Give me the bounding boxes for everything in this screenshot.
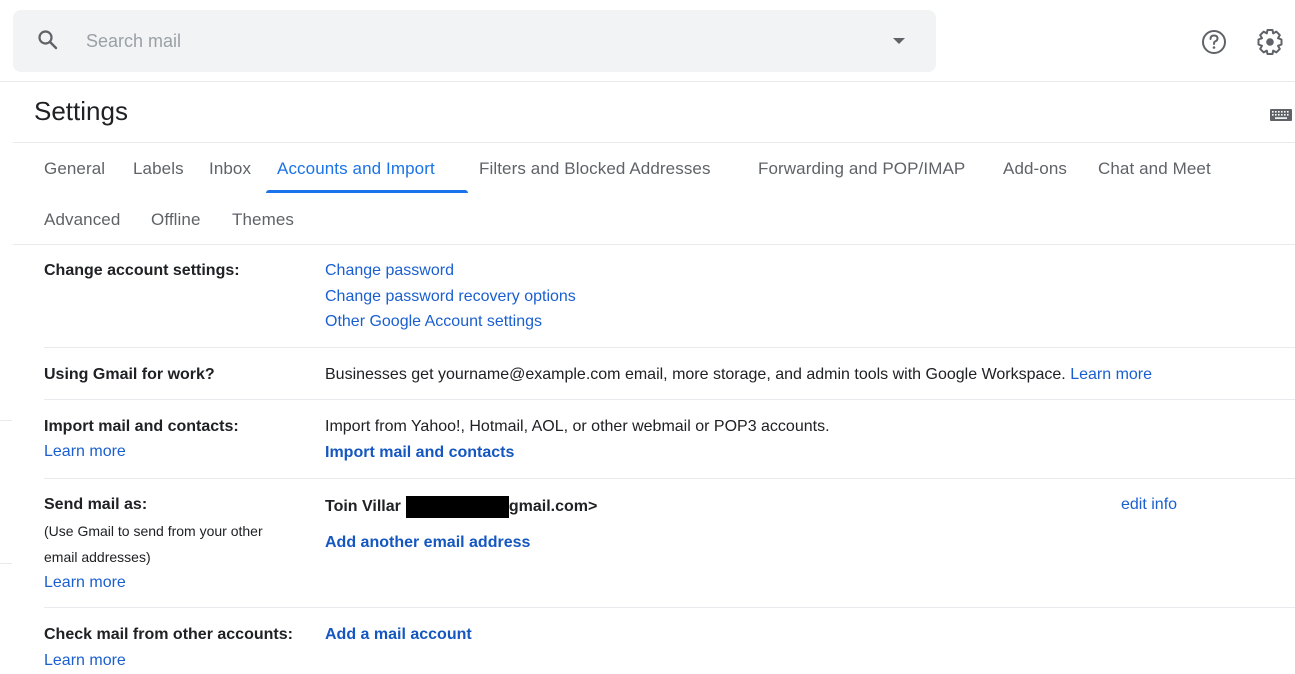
section-gmail-for-work: Using Gmail for work? Businesses get you… bbox=[44, 366, 1295, 396]
check-mail-learn-more-link[interactable]: Learn more bbox=[44, 648, 126, 674]
change-password-recovery-link[interactable]: Change password recovery options bbox=[325, 288, 576, 305]
sender-address: Toin Villar gmail.com> bbox=[325, 496, 597, 518]
other-google-account-settings-link[interactable]: Other Google Account settings bbox=[325, 313, 542, 330]
search-input[interactable] bbox=[86, 20, 846, 62]
change-password-link[interactable]: Change password bbox=[325, 262, 454, 279]
search-icon[interactable] bbox=[36, 28, 60, 52]
section-change-account-settings: Change account settings: Change password… bbox=[44, 262, 1295, 342]
active-tab-indicator bbox=[266, 190, 468, 193]
send-as-learn-more-link[interactable]: Learn more bbox=[44, 570, 126, 596]
search-bar[interactable] bbox=[13, 10, 936, 72]
divider bbox=[44, 399, 1295, 400]
settings-tabs: General Labels Inbox Accounts and Import… bbox=[13, 143, 1295, 245]
edge-divider bbox=[0, 563, 12, 564]
tab-accounts-and-import[interactable]: Accounts and Import bbox=[277, 159, 435, 179]
tab-general[interactable]: General bbox=[44, 159, 105, 179]
import-learn-more-link[interactable]: Learn more bbox=[44, 439, 126, 465]
tab-add-ons[interactable]: Add-ons bbox=[1003, 159, 1067, 179]
workspace-learn-more-link[interactable]: Learn more bbox=[1070, 366, 1152, 383]
sender-email-domain: gmail.com> bbox=[508, 498, 598, 515]
tab-chat-and-meet[interactable]: Chat and Meet bbox=[1098, 159, 1211, 179]
redacted-email-block bbox=[405, 496, 509, 518]
section-check-mail: Check mail from other accounts: Learn mo… bbox=[44, 626, 1295, 674]
send-as-description-line1: (Use Gmail to send from your other bbox=[44, 523, 263, 539]
tab-forwarding-and-pop-imap[interactable]: Forwarding and POP/IMAP bbox=[758, 159, 965, 179]
add-mail-account-link[interactable]: Add a mail account bbox=[325, 626, 472, 644]
section-label: Check mail from other accounts: bbox=[44, 626, 293, 643]
import-mail-and-contacts-link[interactable]: Import mail and contacts bbox=[325, 444, 514, 462]
import-description: Import from Yahoo!, Hotmail, AOL, or oth… bbox=[325, 418, 830, 435]
tab-filters-and-blocked-addresses[interactable]: Filters and Blocked Addresses bbox=[479, 159, 711, 179]
edge-divider bbox=[0, 420, 12, 421]
divider bbox=[44, 607, 1295, 608]
tab-offline[interactable]: Offline bbox=[151, 210, 201, 230]
divider bbox=[44, 478, 1295, 479]
gear-icon[interactable] bbox=[1255, 27, 1285, 57]
edit-info-link[interactable]: edit info bbox=[1121, 496, 1177, 514]
page-title: Settings bbox=[34, 96, 128, 126]
tab-themes[interactable]: Themes bbox=[232, 210, 294, 230]
section-label: Import mail and contacts: bbox=[44, 418, 239, 435]
section-send-mail-as: Send mail as: (Use Gmail to send from yo… bbox=[44, 496, 1295, 596]
tab-inbox[interactable]: Inbox bbox=[209, 159, 251, 179]
section-label: Using Gmail for work? bbox=[44, 366, 215, 383]
tab-labels[interactable]: Labels bbox=[133, 159, 184, 179]
section-import-mail: Import mail and contacts: Learn more Imp… bbox=[44, 418, 1295, 468]
sender-name: Toin Villar bbox=[325, 498, 401, 515]
divider bbox=[44, 347, 1295, 348]
section-label: Change account settings: bbox=[44, 262, 240, 279]
tab-advanced[interactable]: Advanced bbox=[44, 210, 120, 230]
send-as-description-line2: email addresses) bbox=[44, 549, 151, 565]
keyboard-icon[interactable] bbox=[1270, 109, 1292, 121]
section-label: Send mail as: bbox=[44, 496, 148, 513]
help-icon[interactable] bbox=[1200, 28, 1228, 56]
workspace-promo-text: Businesses get yourname@example.com emai… bbox=[325, 366, 1066, 383]
top-bar bbox=[0, 0, 1295, 82]
search-options-caret-icon[interactable] bbox=[885, 27, 913, 55]
add-another-email-link[interactable]: Add another email address bbox=[325, 534, 530, 552]
